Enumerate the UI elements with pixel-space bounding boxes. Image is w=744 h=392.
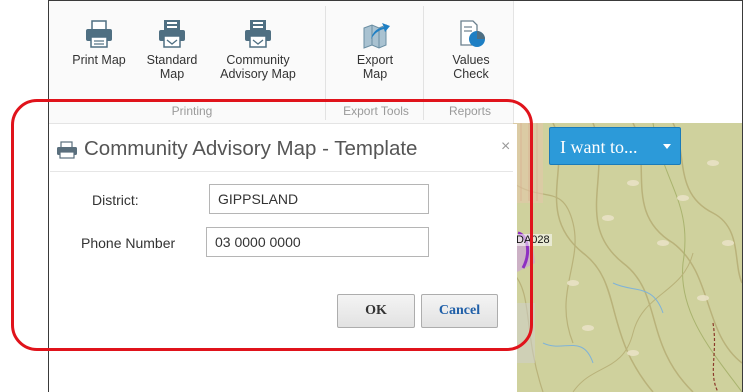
district-input[interactable] bbox=[209, 184, 429, 214]
ribbon-group-label-reports: Reports bbox=[448, 104, 492, 118]
ok-button[interactable]: OK bbox=[337, 294, 415, 328]
phone-number-input[interactable] bbox=[206, 227, 429, 257]
print-template-icon bbox=[159, 20, 185, 48]
ribbon-group-separator bbox=[325, 6, 326, 120]
caret-down-icon bbox=[663, 144, 671, 149]
export-map-button[interactable]: Export Map bbox=[340, 19, 410, 81]
export-map-icon bbox=[363, 23, 390, 49]
standard-map-label-line1: Standard bbox=[146, 53, 198, 67]
dialog-close-button[interactable]: × bbox=[501, 138, 510, 156]
frame-right-border bbox=[742, 0, 743, 392]
ribbon-group-separator bbox=[423, 6, 424, 120]
app-window: Print Map Standard Map Community Advisor… bbox=[0, 0, 744, 392]
printer-icon bbox=[86, 20, 112, 48]
values-check-label-line1: Values bbox=[452, 53, 490, 67]
community-advisory-map-label-line1: Community bbox=[226, 53, 290, 67]
export-map-label-line1: Export bbox=[356, 53, 394, 67]
phone-number-label: Phone Number bbox=[81, 235, 176, 251]
values-check-label-line2: Check bbox=[453, 67, 489, 81]
ribbon-group-label-export-tools: Export Tools bbox=[343, 104, 409, 118]
values-check-icon bbox=[460, 20, 485, 47]
dialog-printer-icon bbox=[57, 141, 77, 159]
cancel-button[interactable]: Cancel bbox=[421, 294, 498, 328]
ribbon-group-label-printing: Printing bbox=[171, 104, 213, 118]
i-want-to-dropdown-button[interactable]: I want to... bbox=[549, 127, 681, 165]
district-label: District: bbox=[92, 192, 139, 208]
dialog-title: Community Advisory Map - Template bbox=[84, 137, 418, 160]
print-template-icon bbox=[245, 20, 271, 48]
values-check-button[interactable]: Values Check bbox=[438, 19, 504, 81]
i-want-to-label: I want to... bbox=[560, 137, 638, 157]
print-map-label: Print Map bbox=[72, 53, 126, 67]
dialog-title-divider bbox=[50, 171, 513, 172]
community-advisory-map-label-line2: Advisory Map bbox=[220, 67, 296, 81]
community-advisory-map-dialog bbox=[49, 124, 517, 392]
standard-map-label-line2: Map bbox=[159, 67, 185, 81]
community-advisory-map-button[interactable]: Community Advisory Map bbox=[208, 19, 308, 81]
print-map-button[interactable]: Print Map bbox=[63, 19, 135, 67]
export-map-label-line2: Map bbox=[362, 67, 388, 81]
standard-map-button[interactable]: Standard Map bbox=[139, 19, 205, 81]
map-feature-label: DA028 bbox=[514, 234, 552, 246]
